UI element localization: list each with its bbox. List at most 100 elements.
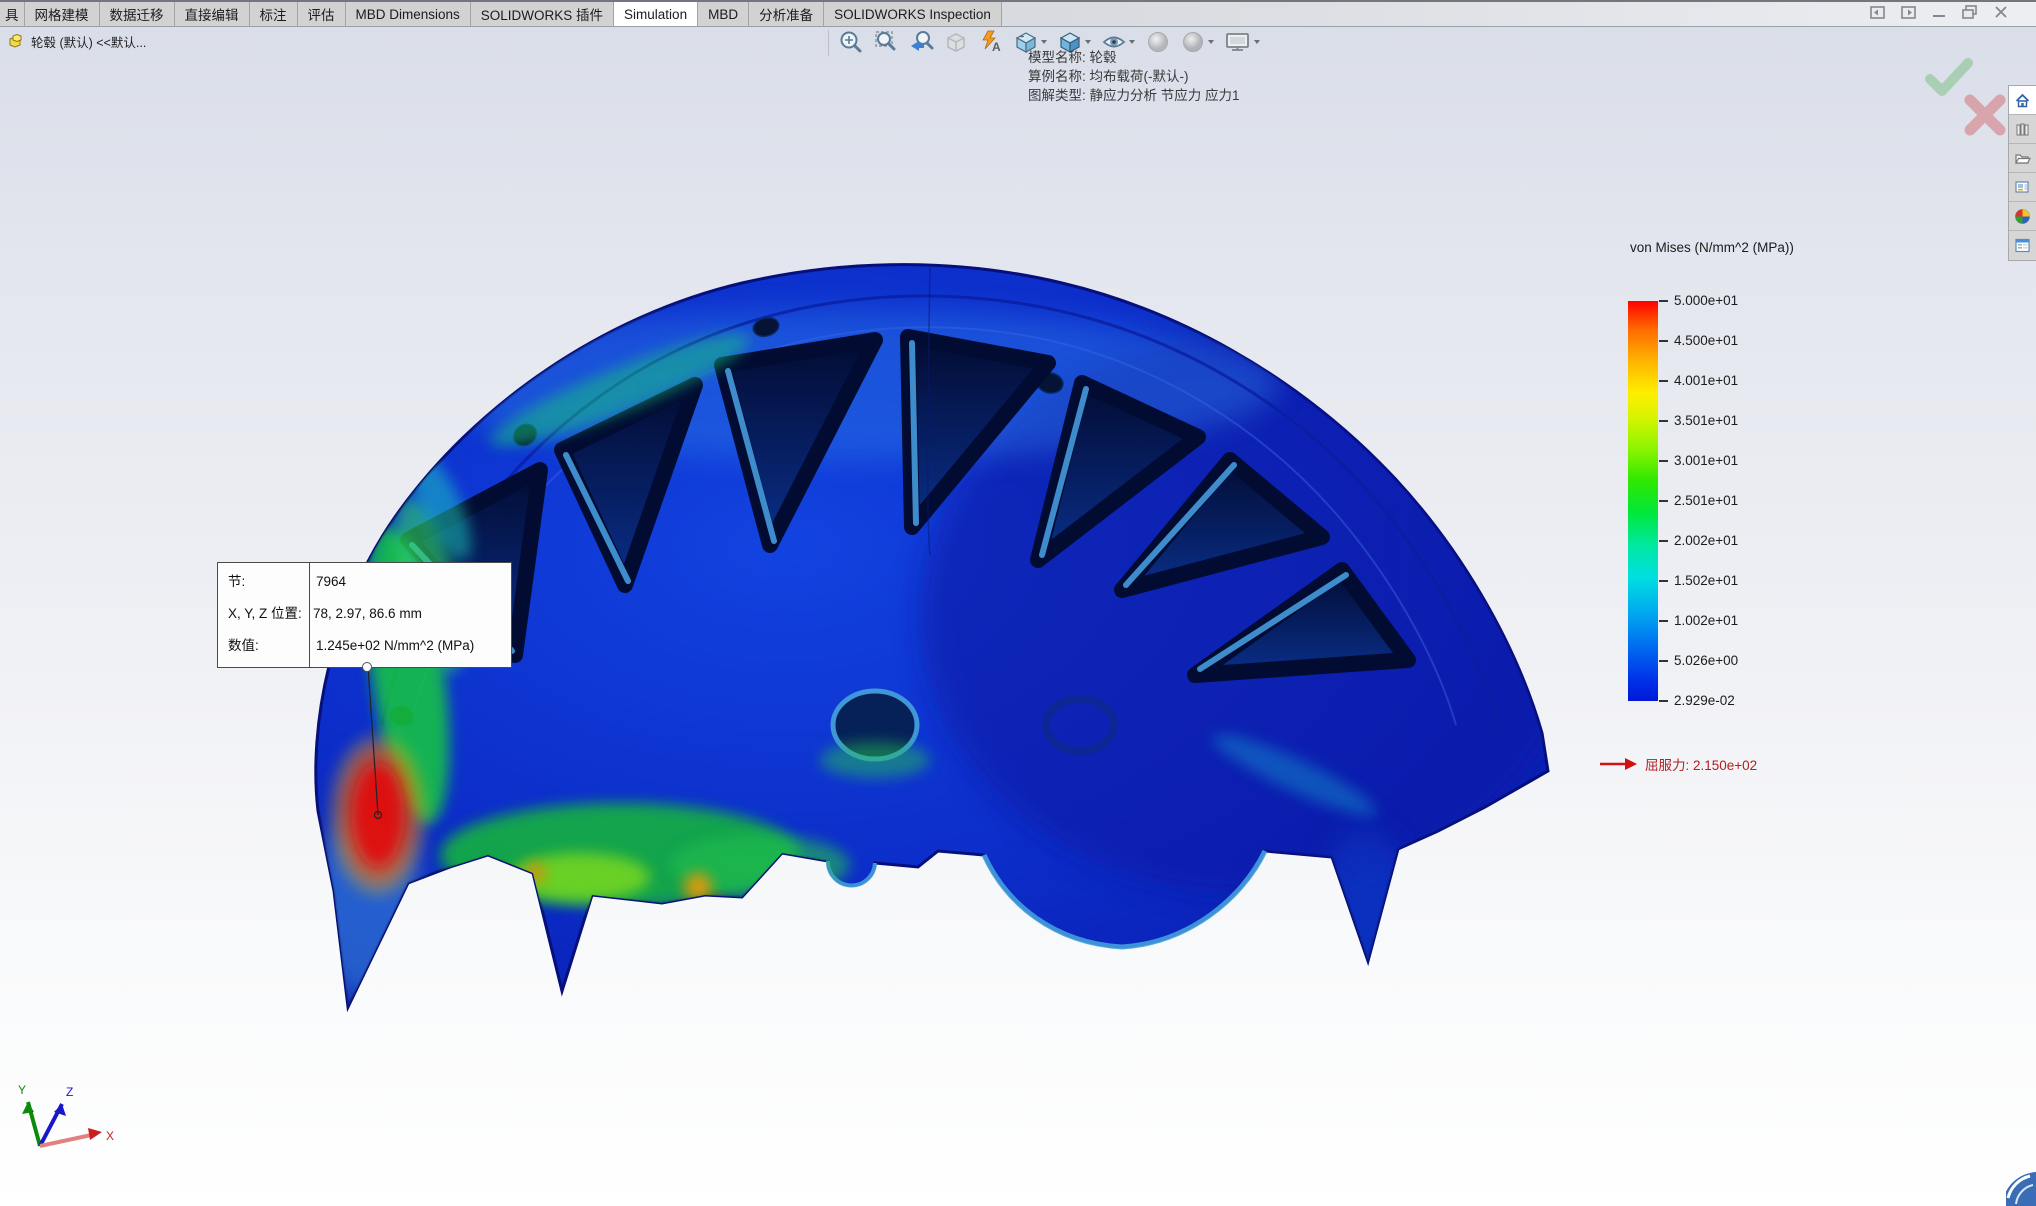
yield-strength-row: 屈服力: 2.150e+02 [1600,754,1757,774]
probe-value-label: 数值: [228,638,259,653]
probe-row-node: 节: 7964 [218,569,511,595]
probe-node-label: 节: [228,574,246,589]
probe-node-value: 7964 [316,574,347,589]
design-library-tab[interactable] [2009,115,2036,144]
legend-tick [1659,300,1668,302]
probe-callout[interactable]: 节: 7964 X, Y, Z 位置: 78, 2.97, 86.6 mm 数值… [217,562,512,672]
legend-tick [1659,580,1668,582]
view-palette-icon [2015,180,2029,193]
tab-evaluate[interactable]: 评估 [297,2,346,26]
legend-value: 3.501e+01 [1674,413,1739,428]
legend-value: 4.001e+01 [1674,373,1739,388]
result-legend: von Mises (N/mm^2 (MPa)) 5.000e+01 4.500… [1600,240,1848,800]
tab-data-migration[interactable]: 数据迁移 [99,2,175,26]
custom-properties-icon [2015,238,2030,253]
feature-tree-root[interactable]: 轮毂 (默认) <<默认... [8,32,146,51]
view-palette-tab[interactable] [2009,173,2036,202]
close-button[interactable] [1994,5,2008,19]
dynamic-annotation-views-icon[interactable]: A [978,29,1004,55]
legend-tick [1659,660,1668,662]
custom-properties-tab[interactable] [2009,231,2036,260]
solidworks-window: 具 网格建模 数据迁移 直接编辑 标注 评估 MBD Dimensions SO… [0,0,2036,1206]
command-tab-bar: 具 网格建模 数据迁移 直接编辑 标注 评估 MBD Dimensions SO… [0,0,2036,27]
yield-arrow-icon [1600,758,1637,770]
plot-type-line: 图解类型: 静应力分析 节应力 应力1 [1028,88,1240,103]
home-icon [2015,93,2030,107]
tab-simulation[interactable]: Simulation [614,2,699,26]
dropdown-caret [1085,40,1091,44]
section-view-icon [943,29,969,55]
probe-row-value: 数值: 1.245e+02 N/mm^2 (MPa) [218,633,511,659]
previous-view-icon[interactable] [908,29,934,55]
corner-logo[interactable] [2006,1156,2036,1206]
probe-value-value: 1.245e+02 N/mm^2 (MPa) [316,638,475,653]
legend-tick [1659,540,1668,542]
tab-solidworks-addins[interactable]: SOLIDWORKS 插件 [470,2,615,26]
tab-mbd[interactable]: MBD [698,2,750,26]
x-axis-label: X [106,1129,114,1143]
tab-tools-partial[interactable]: 具 [0,2,25,26]
dock-pane-right-button[interactable] [1901,5,1916,19]
resources-sphere-icon [2006,1172,2036,1206]
design-library-icon [2016,123,2029,135]
y-axis-label: Y [18,1083,26,1097]
tab-solidworks-inspection[interactable]: SOLIDWORKS Inspection [824,2,1002,26]
tab-direct-editing[interactable]: 直接编辑 [174,2,250,26]
legend-value: 2.501e+01 [1674,493,1739,508]
legend-value: 2.002e+01 [1674,533,1739,548]
tab-analysis-preparation[interactable]: 分析准备 [749,2,825,26]
part-label: 轮毂 (默认) <<默认... [31,36,147,50]
legend-tick [1659,620,1668,622]
svg-text:A: A [992,40,1001,54]
probe-row-position: X, Y, Z 位置: 78, 2.97, 86.6 mm [218,601,511,627]
probe-position-value: 78, 2.97, 86.6 mm [313,606,422,621]
command-tabs: 具 网格建模 数据迁移 直接编辑 标注 评估 MBD Dimensions SO… [0,2,1002,26]
plot-header: 模型名称: 轮毂 算例名称: 均布载荷(-默认-) 图解类型: 静应力分析 节应… [1028,48,1240,105]
minimize-button[interactable] [1932,6,1946,19]
legend-value: 5.000e+01 [1674,293,1739,308]
legend-tick [1659,460,1668,462]
task-pane-tabs [2008,85,2036,261]
dropdown-caret [1129,40,1135,44]
legend-title: von Mises (N/mm^2 (MPa)) [1630,240,1794,255]
cancel-x-icon[interactable] [1960,90,2010,140]
legend-tick [1659,420,1668,422]
dropdown-caret [1041,40,1047,44]
legend-tick [1659,340,1668,342]
orientation-triad: Y Z X [18,1083,114,1148]
z-axis-label: Z [66,1085,73,1099]
tab-mesh-modeling[interactable]: 网格建模 [24,2,100,26]
legend-value: 5.026e+00 [1674,653,1739,668]
legend-value: 1.502e+01 [1674,573,1739,588]
appearances-tab[interactable] [2009,202,2036,231]
home-tab[interactable] [2009,86,2036,115]
y-axis-arrow [22,1102,34,1114]
file-explorer-tab[interactable] [2009,144,2036,173]
legend-value: 4.500e+01 [1674,333,1739,348]
probe-position-label: X, Y, Z 位置: [228,606,302,621]
legend-value: 3.001e+01 [1674,453,1739,468]
folder-icon [2014,153,2031,164]
legend-value: 2.929e-02 [1674,693,1735,708]
restore-button[interactable] [1962,5,1978,19]
part-icon [8,32,25,51]
legend-value: 1.002e+01 [1674,613,1739,628]
window-controls [1870,5,2008,19]
study-name-line: 算例名称: 均布载荷(-默认-) [1028,69,1189,84]
zoom-to-fit-icon[interactable] [838,29,864,55]
x-axis-arrow [88,1128,102,1140]
legend-tick [1659,500,1668,502]
dropdown-caret [1208,40,1214,44]
probe-leader [367,665,383,820]
zoom-to-area-icon[interactable] [873,29,899,55]
tab-mbd-dimensions[interactable]: MBD Dimensions [345,2,471,26]
appearances-ball-icon [2015,208,2030,224]
legend-color-bar[interactable] [1628,301,1658,701]
dropdown-caret [1254,40,1260,44]
dock-pane-left-button[interactable] [1870,5,1885,19]
legend-tick [1659,700,1668,702]
legend-tick [1659,380,1668,382]
tab-annotation[interactable]: 标注 [249,2,298,26]
probe-drag-handle[interactable] [362,662,372,672]
toolbar-separator [828,30,829,56]
